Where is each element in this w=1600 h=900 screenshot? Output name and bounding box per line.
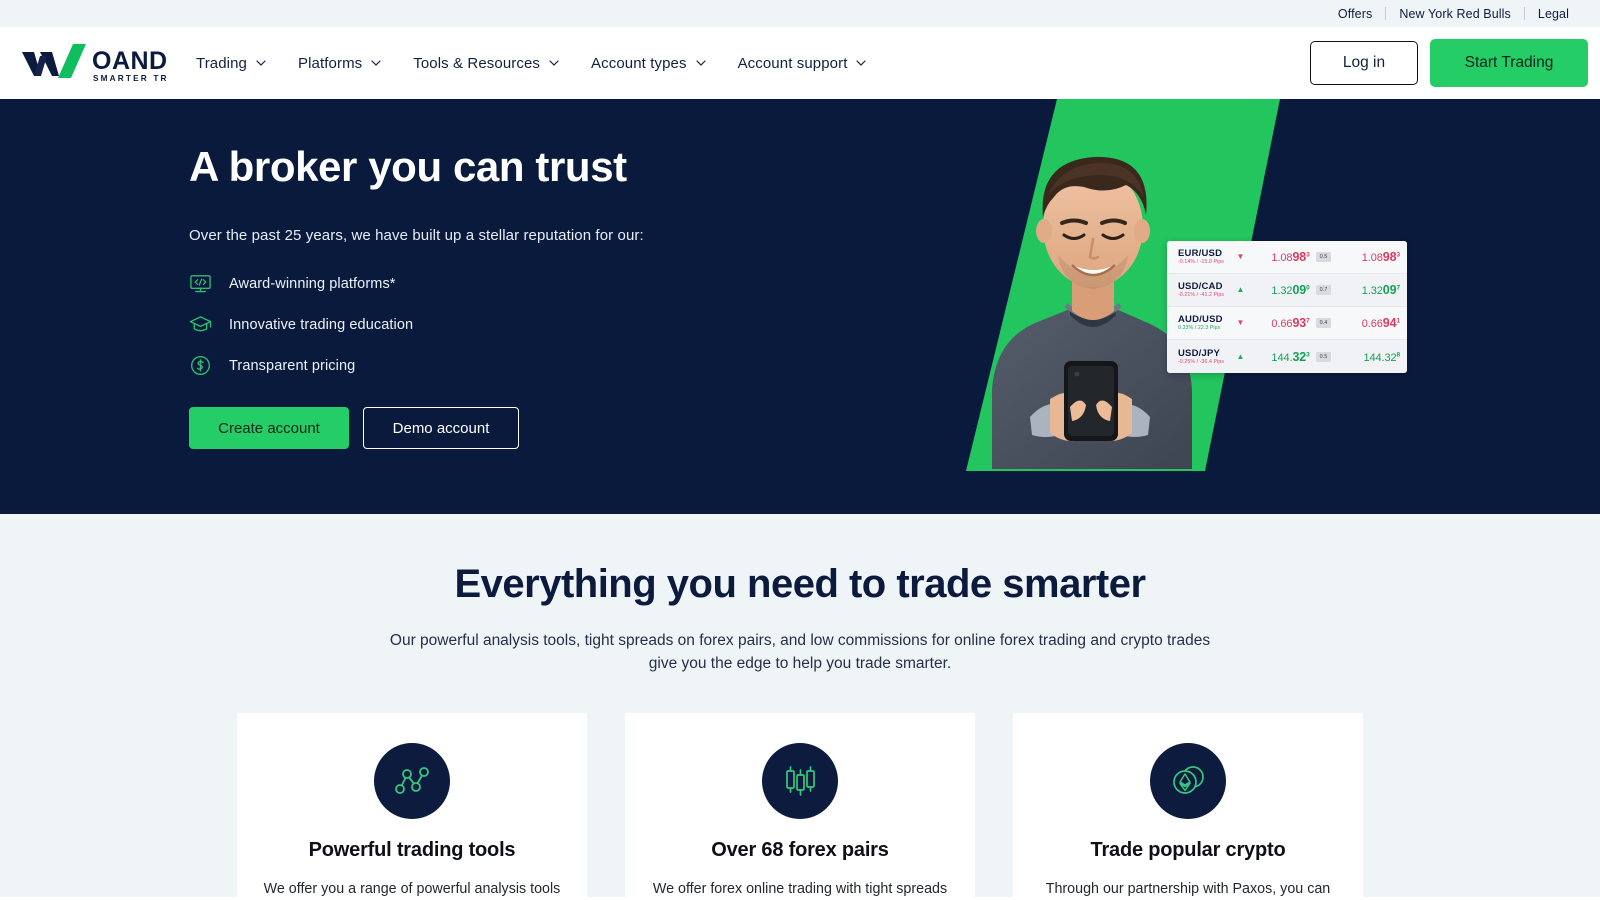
hero-content: A broker you can trust Over the past 25 … — [171, 99, 1429, 514]
network-nodes-icon — [395, 767, 429, 794]
hero-feature-item: Transparent pricing — [189, 354, 1429, 377]
utility-topbar: Offers New York Red Bulls Legal — [0, 0, 1600, 27]
hero-title: A broker you can trust — [189, 143, 627, 190]
svg-text:OANDA: OANDA — [92, 47, 166, 75]
demo-account-button[interactable]: Demo account — [363, 407, 519, 449]
hero-feature-item: Innovative trading education — [189, 313, 1429, 336]
topbar-link-legal[interactable]: Legal — [1525, 7, 1582, 21]
monitor-code-icon — [190, 275, 211, 293]
topbar-link-new-york-red-bulls[interactable]: New York Red Bulls — [1386, 7, 1524, 21]
topbar-link-offers[interactable]: Offers — [1325, 7, 1385, 21]
card-body: We offer you a range of powerful analysi… — [263, 881, 561, 897]
hero-feature-label: Award-winning platforms* — [229, 275, 396, 292]
card-title: Over 68 forex pairs — [711, 839, 889, 861]
hero-feature-label: Innovative trading education — [229, 316, 414, 333]
log-in-button[interactable]: Log in — [1310, 41, 1418, 85]
nav-item-account-types[interactable]: Account types — [575, 47, 722, 80]
nav-item-account-support[interactable]: Account support — [722, 47, 883, 80]
chevron-down-icon — [371, 60, 381, 66]
main-navigation: Trading Platforms Tools & Resources Acco… — [180, 47, 882, 80]
section-title: Everything you need to trade smarter — [454, 562, 1146, 606]
feature-card-grid: Powerful trading tools We offer you a ra… — [0, 713, 1600, 900]
oanda-logo[interactable]: OANDA SMARTER TRADING — [8, 42, 170, 84]
nav-item-label: Account support — [737, 54, 848, 72]
crypto-coins-icon — [1173, 766, 1204, 794]
card-icon-badge — [374, 743, 450, 819]
feature-card-trade-popular-crypto[interactable]: Trade popular crypto Through our partner… — [1013, 713, 1363, 900]
nav-item-platforms[interactable]: Platforms — [282, 47, 397, 80]
chevron-down-icon — [256, 60, 266, 66]
hero-feature-item: Award-winning platforms* — [189, 272, 1429, 295]
feature-card-over-68-forex-pairs[interactable]: Over 68 forex pairs We offer forex onlin… — [625, 713, 975, 900]
card-title: Powerful trading tools — [308, 839, 516, 861]
nav-item-label: Tools & Resources — [413, 54, 541, 72]
create-account-button[interactable]: Create account — [189, 407, 349, 449]
start-trading-button[interactable]: Start Trading — [1430, 39, 1588, 87]
hero-cta-group: Create account Demo account — [189, 407, 1429, 449]
hero-feature-list: Award-winning platforms* Innovative trad… — [189, 272, 1429, 377]
utility-links: Offers New York Red Bulls Legal — [1325, 7, 1582, 21]
feature-card-powerful-trading-tools[interactable]: Powerful trading tools We offer you a ra… — [237, 713, 587, 900]
nav-item-trading[interactable]: Trading — [180, 47, 282, 80]
dollar-circle-icon — [191, 356, 210, 375]
candlestick-chart-icon — [786, 766, 815, 796]
card-body: Through our partnership with Paxos, you … — [1045, 881, 1331, 897]
site-header: OANDA SMARTER TRADING Trading Platforms … — [0, 27, 1600, 99]
chevron-down-icon — [695, 60, 706, 66]
nav-item-tools-resources[interactable]: Tools & Resources — [397, 47, 575, 80]
chevron-down-icon — [549, 60, 559, 66]
nav-item-label: Account types — [591, 54, 687, 72]
oanda-logo-icon: OANDA SMARTER TRADING — [22, 44, 166, 83]
chevron-down-icon — [856, 60, 867, 66]
features-section: Everything you need to trade smarter Our… — [0, 514, 1600, 900]
graduation-cap-icon — [189, 316, 212, 332]
card-title: Trade popular crypto — [1090, 839, 1286, 861]
section-subtitle: Our powerful analysis tools, tight sprea… — [389, 632, 1211, 672]
svg-text:SMARTER TRADING: SMARTER TRADING — [93, 74, 166, 83]
card-icon-badge — [762, 743, 838, 819]
nav-item-label: Platforms — [298, 54, 363, 72]
hero-subtitle: Over the past 25 years, we have built up… — [189, 227, 644, 244]
header-actions: Log in Start Trading — [1310, 39, 1600, 87]
card-body: We offer forex online trading with tight… — [652, 881, 948, 897]
nav-item-label: Trading — [196, 54, 248, 72]
hero-feature-label: Transparent pricing — [229, 357, 356, 374]
card-icon-badge — [1150, 743, 1226, 819]
hero-section: EUR/USD -0.14% / -15.8 Pips ▼ 1.08983 0.… — [0, 99, 1600, 514]
